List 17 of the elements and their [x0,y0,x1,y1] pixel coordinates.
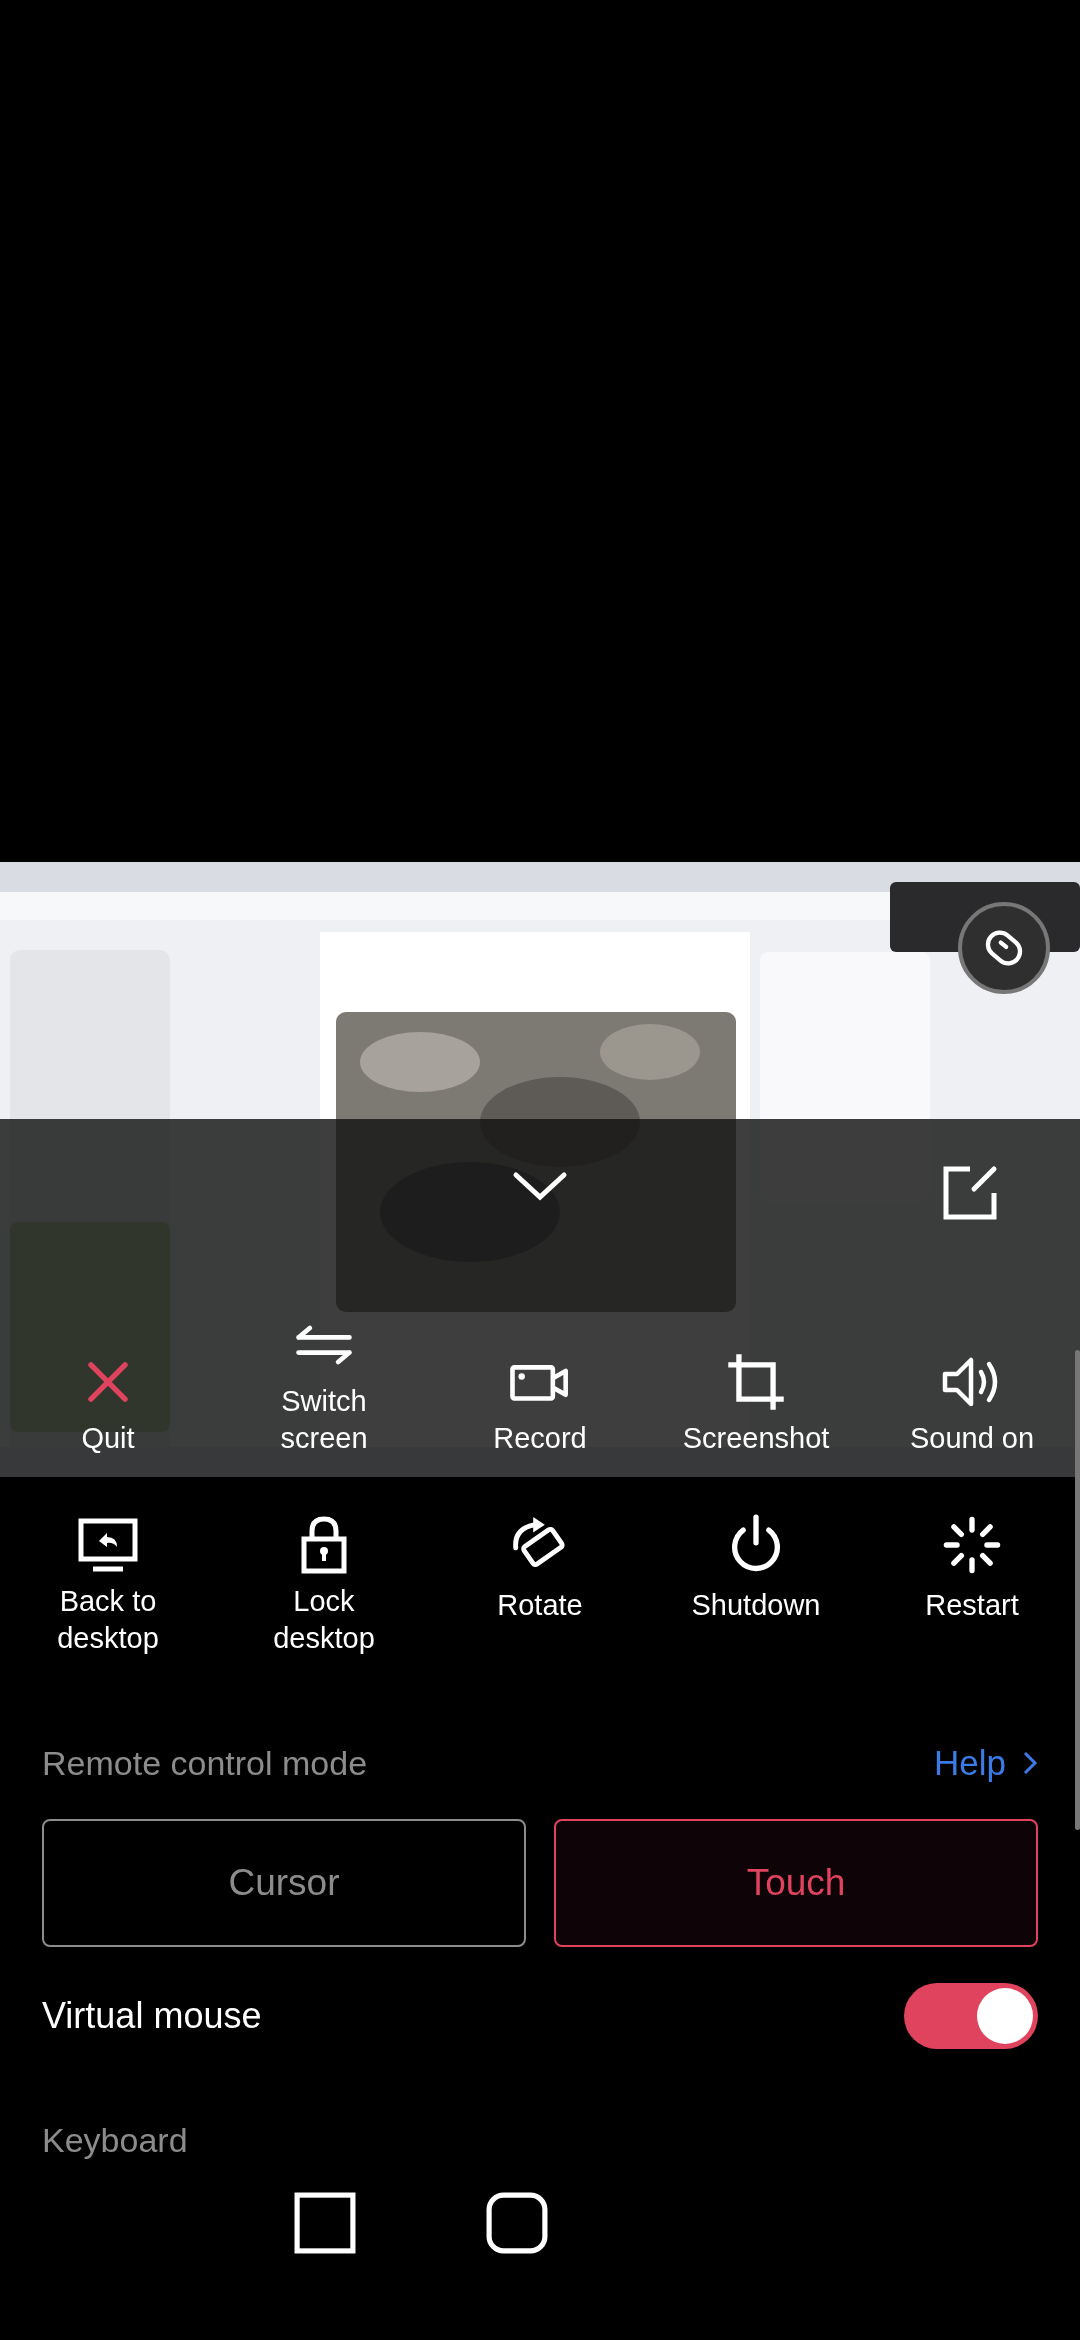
chevron-right-icon [1022,1750,1038,1776]
action-button[interactable]: Restart [925,1513,1019,1653]
action-button[interactable]: Rotate [497,1513,583,1653]
action-button[interactable]: Lock desktop [249,1513,399,1653]
mode-button[interactable]: Touch [554,1819,1038,1947]
action-button[interactable]: Screenshot [682,1259,830,1459]
action-button[interactable]: Switch screen [249,1259,399,1459]
help-link[interactable]: Help [934,1743,1038,1783]
action-button[interactable]: Sound on [909,1259,1035,1459]
action-button[interactable]: Shutdown [691,1513,821,1653]
action-button[interactable]: Record [493,1259,587,1459]
section-title: Keyboard [42,2121,189,2160]
mode-button[interactable]: Cursor [42,1819,526,1947]
setting-label: Virtual mouse [42,1995,262,2037]
section-title: Remote control mode [42,1743,368,1783]
action-button[interactable]: Back to desktop [33,1513,183,1653]
action-button[interactable]: Quit [75,1259,141,1459]
